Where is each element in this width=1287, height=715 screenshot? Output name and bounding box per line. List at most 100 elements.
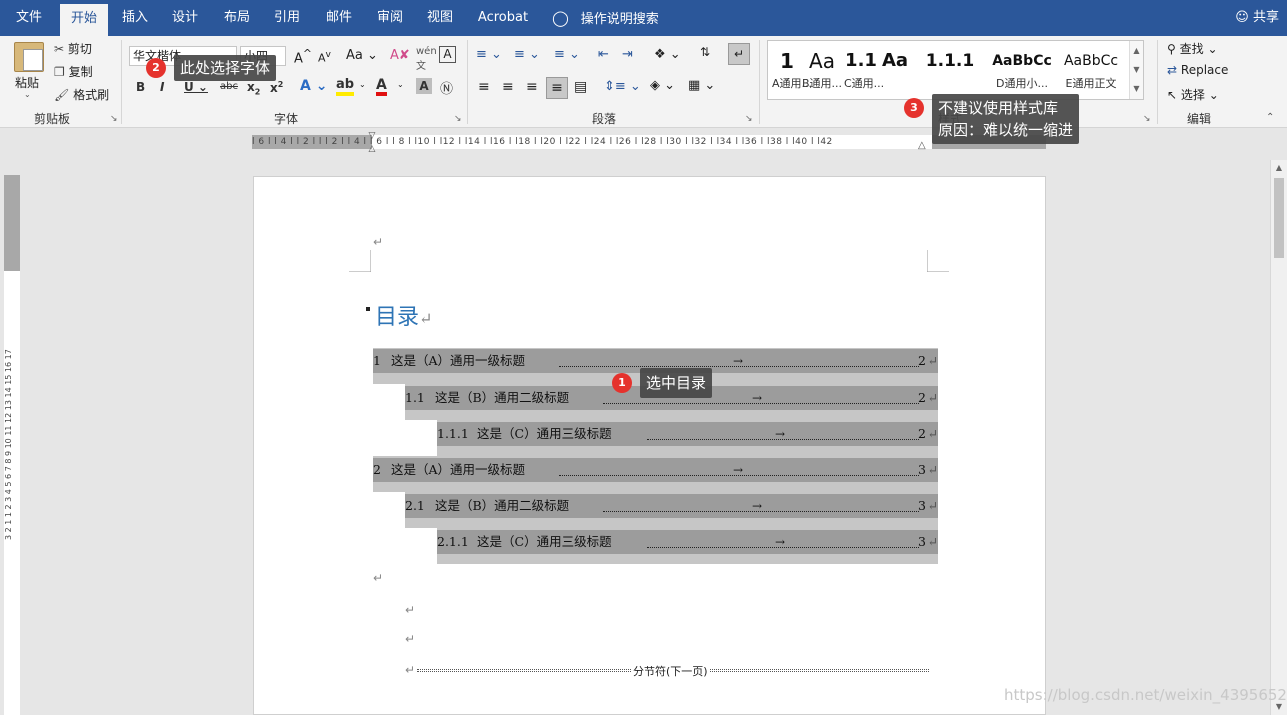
scroll-thumb[interactable]	[1274, 178, 1284, 258]
chevron-up-icon[interactable]: ▲	[1130, 41, 1143, 60]
font-color-icon[interactable]: A	[376, 78, 387, 96]
gallery-scroll[interactable]: ▲ ▼ ▼	[1129, 41, 1143, 99]
share-button[interactable]: ☺ 共享	[1235, 0, 1279, 36]
align-center-icon[interactable]: ≡	[502, 79, 514, 95]
font-color-dropdown-icon[interactable]: ⌄	[397, 80, 404, 89]
paste-button[interactable]: 粘贴	[15, 74, 39, 91]
tell-me-label: 操作说明搜索	[580, 12, 659, 27]
paste-dropdown-icon[interactable]: ⌄	[24, 90, 31, 99]
toc-number: 2	[373, 462, 381, 477]
shrink-font-icon[interactable]: Av	[318, 49, 331, 65]
justify-icon[interactable]: ≡	[546, 77, 568, 99]
person-icon: ☺	[1235, 10, 1249, 25]
highlight-dropdown-icon[interactable]: ⌄	[359, 80, 366, 89]
toc-entry[interactable]: 1.1.1 这是（C）通用三级标题 → 2 ↵	[437, 422, 938, 446]
toc-entry[interactable]: 2.1.1 这是（C）通用三级标题 → 3 ↵	[437, 530, 938, 554]
style-item[interactable]: Aa	[882, 47, 908, 97]
vertical-scrollbar[interactable]: ▲ ▼	[1270, 160, 1287, 715]
tab-mailings[interactable]: 邮件	[320, 0, 358, 36]
font-launcher-icon[interactable]: ↘	[454, 114, 462, 124]
lightbulb-icon: ◯	[552, 9, 569, 27]
style-item[interactable]: AaBbCc D通用小...	[990, 47, 1054, 97]
group-label-paragraph: 段落	[591, 112, 616, 126]
line-spacing-icon[interactable]: ⇕≡ ⌄	[604, 79, 641, 94]
indent-marker-icon[interactable]: ▽ △	[366, 130, 378, 156]
multilevel-list-icon[interactable]: ≡ ⌄	[554, 47, 580, 62]
paragraph-mark: ↵	[927, 353, 938, 368]
select-button[interactable]: ↖ 选择 ⌄	[1167, 86, 1219, 103]
increase-indent-icon[interactable]: ⇥	[622, 47, 633, 62]
copy-button[interactable]: ❐ 复制	[54, 63, 93, 80]
horizontal-ruler[interactable]: l 6 l l 4 l l 2 l l l 2 l l 4 l l 6 l l …	[0, 128, 1287, 158]
char-shading-icon[interactable]: A	[416, 78, 432, 94]
asian-layout-icon[interactable]: ❖ ⌄	[654, 47, 681, 62]
show-marks-icon[interactable]: ↵	[728, 43, 750, 65]
tab-insert[interactable]: 插入	[116, 0, 154, 36]
toc-entry[interactable]: 2 这是（A）通用一级标题 → 3 ↵	[373, 458, 938, 482]
group-label-font: 字体	[273, 112, 298, 126]
toc-text: 这是（A）通用一级标题	[391, 353, 526, 368]
more-icon[interactable]: ▼	[1130, 79, 1143, 98]
text-effects-icon[interactable]: A ⌄	[300, 78, 327, 94]
align-left-icon[interactable]: ≡	[478, 79, 490, 95]
style-item[interactable]: 1.1 C通用...	[844, 47, 884, 97]
clipboard-launcher-icon[interactable]: ↘	[110, 114, 118, 124]
tab-layout[interactable]: 布局	[218, 0, 256, 36]
toc-number: 1	[373, 353, 381, 368]
chevron-down-icon[interactable]: ▼	[1130, 60, 1143, 79]
paste-icon[interactable]	[14, 42, 44, 72]
toc-text: 这是（C）通用三级标题	[477, 426, 612, 441]
replace-label: Replace	[1180, 63, 1229, 77]
find-button[interactable]: ⚲ 查找 ⌄	[1167, 40, 1218, 57]
change-case-icon[interactable]: Aa ⌄	[346, 48, 378, 63]
superscript-icon[interactable]: x2	[270, 80, 283, 95]
style-caption: A通用...	[772, 77, 813, 90]
callout-badge-1: 1	[612, 373, 632, 393]
enclose-char-icon[interactable]: Ⓝ	[440, 78, 453, 97]
styles-launcher-icon[interactable]: ↘	[1143, 114, 1151, 124]
highlight-color-icon[interactable]: ab	[336, 78, 355, 96]
right-indent-icon[interactable]: △	[918, 140, 926, 151]
tab-home[interactable]: 开始	[60, 4, 108, 36]
underline-icon[interactable]: U ⌄	[184, 80, 208, 94]
cut-button[interactable]: ✂ 剪切	[54, 40, 92, 57]
replace-button[interactable]: ⇄ Replace	[1167, 63, 1228, 77]
paragraph-launcher-icon[interactable]: ↘	[745, 114, 753, 124]
tab-design[interactable]: 设计	[166, 0, 204, 36]
toc-page: 3	[918, 534, 926, 549]
style-item[interactable]: 1 A通用...	[772, 47, 813, 97]
tab-view[interactable]: 视图	[421, 0, 459, 36]
clear-format-icon[interactable]: A✘	[390, 48, 410, 63]
strikethrough-icon[interactable]: abc	[220, 81, 238, 92]
tab-file[interactable]: 文件	[8, 0, 50, 36]
tab-acrobat[interactable]: Acrobat	[474, 0, 532, 36]
vertical-ruler[interactable]: 3 2 1 1 2 3 4 5 6 7 8 9 10 11 12 13 14 1…	[4, 175, 20, 715]
numbering-icon[interactable]: ≡ ⌄	[514, 47, 540, 62]
shading-icon[interactable]: ◈ ⌄	[650, 78, 675, 93]
toc-heading[interactable]: 目录↵	[375, 299, 432, 331]
tab-review[interactable]: 审阅	[371, 0, 409, 36]
grow-font-icon[interactable]: A^	[294, 47, 312, 66]
style-preview: 1.1	[845, 50, 877, 71]
style-item[interactable]: 1.1.1	[918, 47, 982, 97]
document-page[interactable]: ↵ 目录↵ 1 这是（A）通用一级标题 → 2 ↵ 1.1 这是（B）通用二级标…	[253, 176, 1046, 715]
phonetic-guide-icon[interactable]: wén 文	[416, 46, 437, 72]
distributed-icon[interactable]: ▤	[574, 79, 587, 95]
bold-icon[interactable]: B	[136, 80, 145, 94]
collapse-ribbon-icon[interactable]: ⌃	[1266, 112, 1274, 123]
toc-entry[interactable]: 2.1 这是（B）通用二级标题 → 3 ↵	[405, 494, 938, 518]
align-right-icon[interactable]: ≡	[526, 79, 538, 95]
tab-references[interactable]: 引用	[268, 0, 306, 36]
tell-me-search[interactable]: ◯ 操作说明搜索	[552, 0, 659, 36]
italic-icon[interactable]: I	[160, 80, 164, 94]
sort-icon[interactable]: ⇅	[700, 45, 710, 59]
borders-icon[interactable]: ▦ ⌄	[688, 78, 715, 93]
style-item[interactable]: Aa B通用...	[802, 47, 842, 97]
format-painter-button[interactable]: 🖌 格式刷	[54, 86, 109, 103]
subscript-icon[interactable]: x2	[247, 80, 260, 96]
decrease-indent-icon[interactable]: ⇤	[598, 47, 609, 62]
bullets-icon[interactable]: ≡ ⌄	[476, 47, 502, 62]
style-item[interactable]: AaBbCc E通用正文	[1060, 47, 1122, 97]
scroll-up-icon[interactable]: ▲	[1271, 160, 1287, 176]
char-border-icon[interactable]: A	[439, 46, 456, 63]
